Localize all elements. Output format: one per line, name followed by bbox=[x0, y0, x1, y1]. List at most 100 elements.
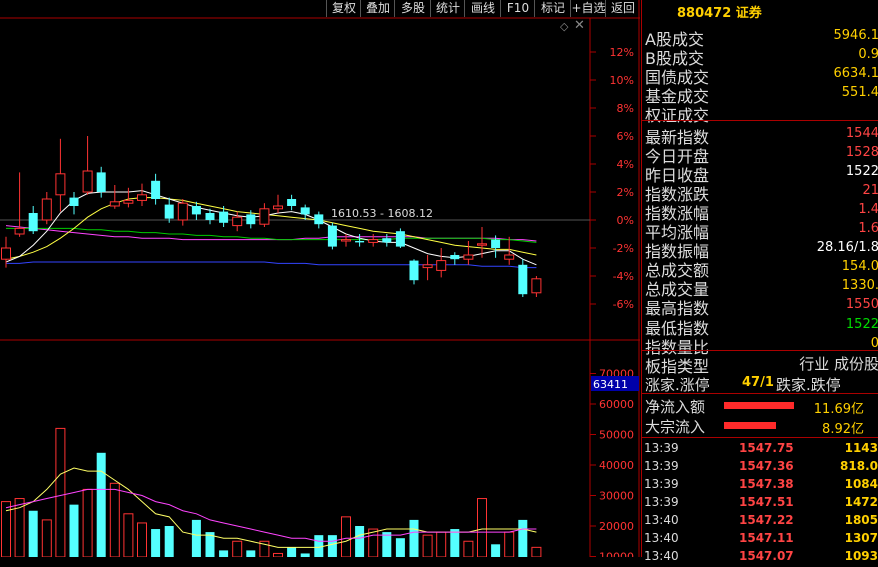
toolbar-button-5[interactable]: F10 bbox=[500, 0, 535, 17]
stat-value: 28.16/1.8 bbox=[817, 240, 878, 255]
candle-body bbox=[369, 240, 378, 243]
candle-body bbox=[274, 206, 283, 209]
stat-row: 最低指数1522 bbox=[645, 315, 878, 334]
stat-value: 1544 bbox=[846, 126, 878, 141]
candle-body bbox=[342, 240, 351, 241]
tick-time: 13:40 bbox=[644, 531, 679, 545]
stat-value: 1522 bbox=[846, 164, 878, 179]
volume-highlight-label: 63411 bbox=[593, 378, 628, 391]
price-axis-label: 0% bbox=[617, 214, 634, 227]
flow-label: 净流入额 bbox=[645, 396, 705, 417]
volume-bar bbox=[233, 541, 242, 557]
volume-bar bbox=[124, 514, 133, 557]
candle-body bbox=[464, 255, 473, 259]
tick-price: 1547.36 bbox=[739, 459, 794, 473]
panel-divider bbox=[641, 350, 878, 351]
volume-bar bbox=[518, 520, 527, 557]
stat-row: 总成交量1330. bbox=[645, 276, 878, 295]
candle-body bbox=[355, 241, 364, 242]
volume-axis-label: 30000 bbox=[599, 490, 634, 503]
price-axis-label: 12% bbox=[610, 46, 634, 59]
candle-body bbox=[396, 231, 405, 246]
flow-bar bbox=[724, 422, 776, 429]
volume-axis-label: 20000 bbox=[599, 520, 634, 533]
stat-row: 指数涨幅1.4 bbox=[645, 200, 878, 219]
stat-value: 0 bbox=[871, 336, 878, 351]
volume-bar bbox=[505, 532, 514, 557]
stat-row: A股成交5946.1 bbox=[645, 26, 878, 45]
flow-value: 11.69亿 bbox=[814, 398, 864, 417]
volume-axis-label: 10000 bbox=[599, 551, 634, 558]
tick-row: 13:401547.071093 bbox=[644, 549, 878, 567]
stat-value: 1.6 bbox=[858, 221, 878, 236]
volume-bar bbox=[246, 550, 255, 557]
tick-price: 1547.38 bbox=[739, 477, 794, 491]
volume-bar bbox=[396, 538, 405, 557]
stat-row: 基金成交551.4 bbox=[645, 83, 878, 102]
close-icon[interactable]: ✕ bbox=[574, 18, 585, 33]
candle-body bbox=[505, 255, 514, 259]
price-axis-label: -6% bbox=[613, 298, 634, 311]
tick-row: 13:391547.751143 bbox=[644, 441, 878, 459]
candle-body bbox=[2, 248, 11, 259]
flow-bar bbox=[724, 402, 794, 409]
tick-row: 13:391547.381084 bbox=[644, 477, 878, 495]
stat-value: 0.9 bbox=[858, 47, 878, 62]
kline-chart-svg[interactable]: 12%10%8%6%4%2%0%-2%-4%-6%700006000050000… bbox=[0, 0, 640, 557]
candle-body bbox=[382, 238, 391, 242]
candle-body bbox=[178, 203, 187, 220]
candle-body bbox=[518, 265, 527, 294]
diamond-icon[interactable]: ◇ bbox=[560, 20, 568, 33]
flow-row: 大宗流入8.92亿 bbox=[642, 416, 878, 435]
ma5-line bbox=[6, 191, 536, 265]
volume-bar bbox=[274, 553, 283, 557]
tick-time: 13:39 bbox=[644, 459, 679, 473]
toolbar-button-1[interactable]: 叠加 bbox=[360, 0, 395, 17]
price-axis-label: 10% bbox=[610, 74, 634, 87]
candle-body bbox=[246, 214, 255, 224]
tick-price: 1547.07 bbox=[739, 549, 794, 563]
candle-body bbox=[124, 200, 133, 203]
volume-bar bbox=[70, 505, 79, 557]
ma60-line bbox=[6, 262, 536, 268]
volume-bar bbox=[437, 532, 446, 557]
stat-row: 国债成交6634.1 bbox=[645, 64, 878, 83]
stat-value: 1528 bbox=[846, 145, 878, 160]
volume-axis-label: 60000 bbox=[599, 398, 634, 411]
volume-bar bbox=[301, 553, 310, 557]
volume-bar bbox=[532, 547, 541, 557]
down-count-label: 跌家.跌停 bbox=[776, 374, 841, 395]
tick-volume: 1307 bbox=[845, 531, 878, 545]
toolbar-button-0[interactable]: 复权 bbox=[326, 0, 361, 17]
tick-volume: 818.0 bbox=[840, 459, 878, 473]
kline-chart-panel[interactable]: 12%10%8%6%4%2%0%-2%-4%-6%700006000050000… bbox=[0, 0, 640, 557]
tick-volume: 1084 bbox=[845, 477, 878, 491]
flow-label: 大宗流入 bbox=[645, 416, 705, 437]
sector-row: 板指类型行业 成份股 bbox=[645, 353, 878, 372]
volume-bar bbox=[342, 517, 351, 557]
volume-bar bbox=[491, 544, 500, 557]
candle-body bbox=[165, 205, 174, 219]
candle-body bbox=[287, 199, 296, 206]
candle-body bbox=[328, 226, 337, 247]
toolbar-button-8[interactable]: 返回 bbox=[605, 0, 640, 17]
toolbar-button-7[interactable]: +自选 bbox=[570, 0, 606, 17]
flow-row: 净流入额 11.69亿 bbox=[642, 396, 878, 415]
stat-value: 21 bbox=[862, 183, 878, 198]
candle-body bbox=[491, 240, 500, 248]
candle-body bbox=[83, 171, 92, 192]
toolbar-button-6[interactable]: 标记 bbox=[534, 0, 571, 17]
toolbar-button-3[interactable]: 统计 bbox=[430, 0, 465, 17]
stat-value: 6634.1 bbox=[834, 66, 878, 81]
toolbar-button-2[interactable]: 多股 bbox=[394, 0, 431, 17]
tick-price: 1547.51 bbox=[739, 495, 794, 509]
stat-value: 1522 bbox=[846, 317, 878, 332]
toolbar-button-4[interactable]: 画线 bbox=[464, 0, 501, 17]
candle-body bbox=[450, 255, 459, 259]
tick-time: 13:40 bbox=[644, 513, 679, 527]
stat-row: 最新指数1544 bbox=[645, 124, 878, 143]
panel-divider bbox=[641, 120, 878, 121]
volume-bar bbox=[328, 535, 337, 557]
breadth-row: 涨家.涨停47/1跌家.跌停 bbox=[642, 374, 878, 393]
ma10-line bbox=[6, 198, 536, 260]
